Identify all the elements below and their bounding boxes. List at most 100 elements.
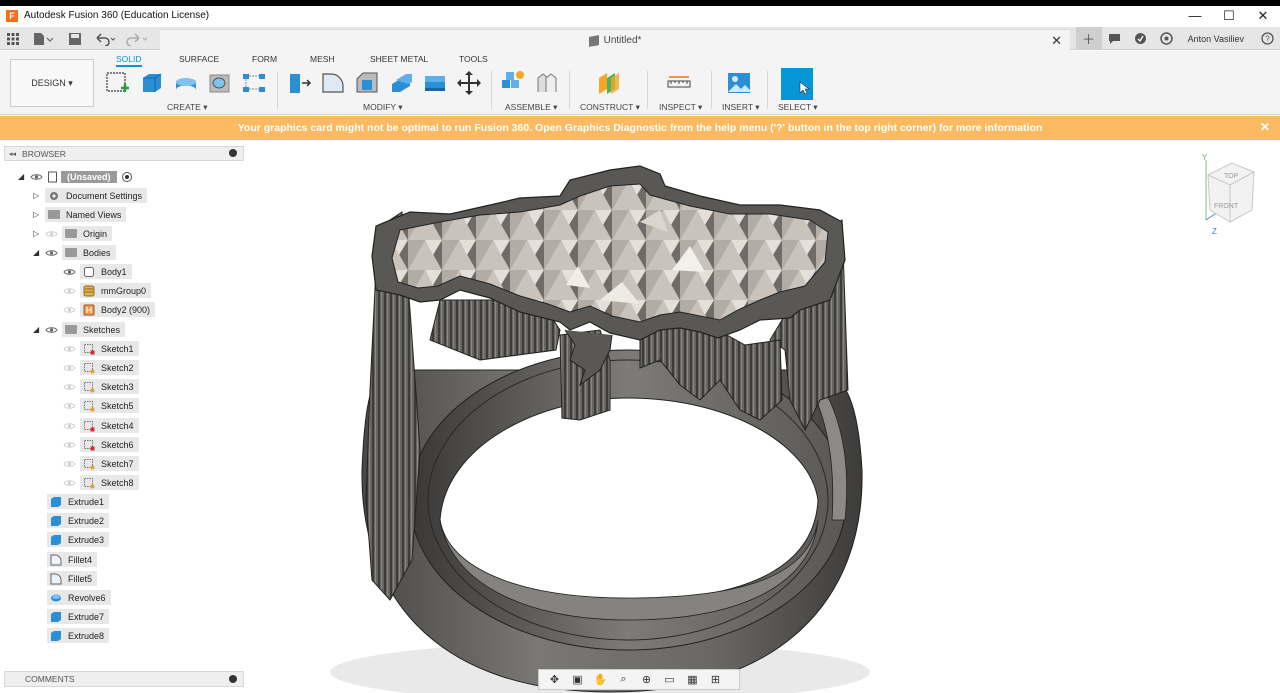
browser-item-chip[interactable]: Extrude2 [47,513,110,528]
visibility-eye-icon[interactable] [63,268,76,276]
modify-group-label[interactable]: MODIFY ▾ [363,102,403,113]
visibility-eye-icon[interactable] [63,287,76,295]
inspect-group-label[interactable]: INSPECT ▾ [659,102,702,113]
measure-icon[interactable] [666,70,692,96]
browser-item-chip[interactable]: Sketch4 [80,418,139,433]
visibility-eye-icon[interactable] [45,249,58,257]
activate-radio-icon[interactable] [121,171,133,183]
shell-icon[interactable] [388,70,414,96]
fillet-icon[interactable] [320,70,346,96]
hole-icon[interactable] [207,70,233,96]
save-icon[interactable] [68,30,82,47]
visibility-eye-icon[interactable] [63,479,76,487]
tab-solid[interactable]: SOLID [116,54,142,67]
browser-item-body2-900[interactable]: Body2 (900) [63,302,156,317]
browser-item-fillet5[interactable]: Fillet5 [47,571,98,586]
browser-item-chip[interactable]: Sketch8 [80,475,139,490]
browser-item-extrude2[interactable]: Extrude2 [47,513,110,528]
undo-icon[interactable] [94,30,118,47]
browser-item-extrude3[interactable]: Extrude3 [47,532,110,547]
browser-item-chip[interactable]: mmGroup0 [80,283,152,298]
browser-item-sketch5[interactable]: Sketch5 [63,398,139,413]
browser-item-named-views[interactable]: ▷ Named Views [33,207,127,222]
tab-mesh[interactable]: MESH [310,54,335,64]
browser-item-chip[interactable]: Sketch3 [80,379,139,394]
viewcube-top-face[interactable]: TOP [1224,173,1239,180]
visibility-eye-icon[interactable] [63,364,76,372]
file-menu-icon[interactable] [32,30,54,47]
browser-item-sketch6[interactable]: Sketch6 [63,437,139,452]
construct-group-label[interactable]: CONSTRUCT ▾ [580,102,640,113]
visibility-eye-icon[interactable] [30,173,43,181]
history-icon[interactable] [1154,27,1180,50]
browser-options-icon[interactable] [229,149,237,157]
job-status-icon[interactable] [1128,27,1154,50]
offset-plane-icon[interactable] [596,70,622,96]
browser-item-mmgroup0[interactable]: mmGroup0 [63,283,152,298]
insert-image-icon[interactable] [726,70,752,96]
browser-item-chip[interactable]: Named Views [45,207,127,222]
browser-item-body1[interactable]: Body1 [63,264,132,279]
browser-item-chip[interactable]: Revolve6 [47,590,111,605]
browser-item-chip[interactable]: Sketch1 [80,341,139,356]
browser-item-chip[interactable]: Sketch5 [80,398,139,413]
browser-item-chip[interactable]: Bodies [62,245,116,260]
browser-item-revolve6[interactable]: Revolve6 [47,590,111,605]
browser-item-chip[interactable]: Fillet5 [47,571,98,586]
expand-toggle-icon[interactable]: ▷ [33,191,45,200]
notifications-icon[interactable] [1102,27,1128,50]
collapse-browser-icon[interactable]: ◂◂ [9,150,16,158]
browser-item-chip[interactable]: Body2 (900) [80,302,156,317]
browser-item-fillet4[interactable]: Fillet4 [47,552,98,567]
visibility-eye-icon[interactable] [63,460,76,468]
viewports-icon[interactable]: ⊞ [704,671,727,689]
tab-form[interactable]: FORM [252,54,277,64]
add-comment-icon[interactable] [229,675,237,683]
browser-item-sketch3[interactable]: Sketch3 [63,379,139,394]
viewcube-front-face[interactable]: FRONT [1214,203,1239,210]
pattern-icon[interactable] [241,70,267,96]
joint-icon[interactable] [534,70,560,96]
visibility-eye-icon[interactable] [45,230,58,238]
browser-root-node[interactable]: ◢ (Unsaved) [18,169,133,184]
browser-item-document-settings[interactable]: ▷ Document Settings [33,188,148,203]
close-window-button[interactable]: ✕ [1246,6,1280,25]
tab-surface[interactable]: SURFACE [179,54,219,64]
select-group-label[interactable]: SELECT ▾ [778,102,818,113]
press-pull-icon[interactable] [286,70,312,96]
expand-toggle-icon[interactable]: ▷ [33,210,45,219]
browser-item-chip[interactable]: Body1 [80,264,132,279]
document-tab[interactable]: Untitled* ✕ [160,29,1070,51]
chamfer-icon[interactable] [354,70,380,96]
browser-item-extrude1[interactable]: Extrude1 [47,494,110,509]
create-group-label[interactable]: CREATE ▾ [167,102,207,113]
browser-item-chip[interactable]: Extrude8 [47,628,110,643]
expand-toggle-icon[interactable]: ◢ [33,248,45,257]
expand-toggle-icon[interactable]: ◢ [33,325,45,334]
browser-item-chip[interactable]: Document Settings [45,188,148,203]
visibility-eye-icon[interactable] [63,441,76,449]
browser-item-origin[interactable]: ▷ Origin [33,226,113,241]
extrude-icon[interactable] [139,70,165,96]
browser-item-chip[interactable]: Sketch2 [80,360,139,375]
zoom-icon[interactable]: ⌕ [612,671,635,689]
browser-item-chip[interactable]: Origin [62,226,113,241]
fit-icon[interactable]: ⊕ [635,671,658,689]
maximize-button[interactable]: ☐ [1212,6,1246,25]
user-name[interactable]: Anton Vasiliev [1180,34,1254,44]
browser-item-chip[interactable]: Sketches [62,322,126,337]
browser-item-sketch1[interactable]: Sketch1 [63,341,139,356]
look-at-icon[interactable]: ▣ [566,671,589,689]
select-icon[interactable] [781,68,813,100]
browser-item-chip[interactable]: Sketch7 [80,456,139,471]
visibility-eye-icon[interactable] [63,402,76,410]
assemble-group-label[interactable]: ASSEMBLE ▾ [505,102,557,113]
tab-tools[interactable]: TOOLS [459,54,488,64]
browser-item-sketch7[interactable]: Sketch7 [63,456,139,471]
minimize-button[interactable]: — [1178,6,1212,25]
pan-icon[interactable]: ✋ [589,671,612,689]
new-component-icon[interactable] [500,70,526,96]
move-copy-icon[interactable] [456,70,482,96]
tab-sheet-metal[interactable]: SHEET METAL [370,54,428,64]
canvas-viewport[interactable] [244,141,1280,693]
